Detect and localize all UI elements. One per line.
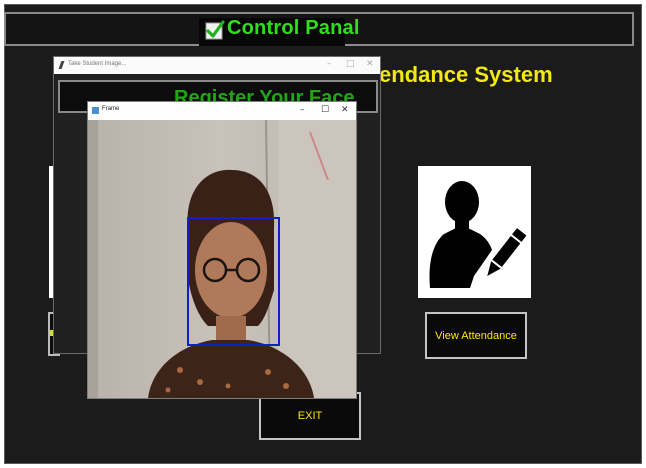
take-image-maximize-button[interactable]: □ <box>346 59 355 69</box>
frame-close-button[interactable]: ✕ <box>341 105 349 115</box>
control-panel-title: Control Panal <box>227 17 360 39</box>
view-attendance-image-card[interactable] <box>418 166 531 298</box>
exit-button[interactable]: EXIT <box>259 392 361 440</box>
take-image-minimize-button[interactable]: – <box>327 59 332 69</box>
check-icon <box>205 20 225 40</box>
frame-app-icon <box>92 107 99 114</box>
take-student-image-title: Take Student Image... <box>68 61 127 67</box>
camera-frame-window: Frame – ☐ ✕ <box>87 101 357 399</box>
take-image-close-button[interactable]: ✕ <box>366 59 374 69</box>
camera-feed <box>88 120 356 398</box>
user-edit-icon <box>429 181 527 288</box>
attendance-system-heading: endance System <box>379 62 553 87</box>
view-attendance-button[interactable]: View Attendance <box>425 312 527 359</box>
frame-title-bar[interactable] <box>88 102 356 120</box>
frame-minimize-button[interactable]: – <box>300 105 305 115</box>
frame-title: Frame <box>102 106 120 112</box>
frame-maximize-button[interactable]: ☐ <box>321 105 329 115</box>
